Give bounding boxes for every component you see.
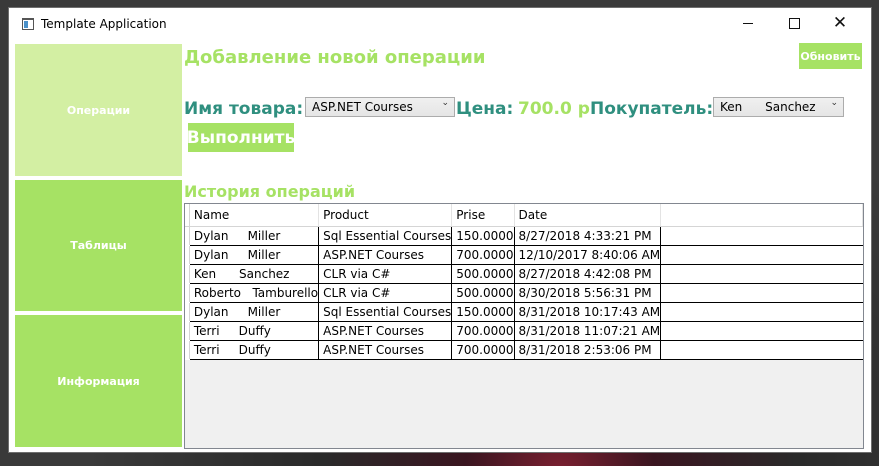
cell-name[interactable]: Terri Duffy <box>189 340 320 360</box>
refresh-button[interactable]: Обновить <box>799 43 862 69</box>
cell-product[interactable]: ASP.NET Courses <box>318 245 453 265</box>
cell-prise[interactable]: 500.0000 <box>451 264 515 284</box>
app-icon <box>22 18 34 30</box>
cell-filler <box>660 283 863 303</box>
history-table: Name Product Prise Date Dylan Miller Sql… <box>185 204 863 360</box>
window-title: Template Application <box>41 17 167 31</box>
app-window: Template Application ✕ Операции Таблицы … <box>8 7 872 453</box>
chevron-down-icon: ⌄ <box>441 98 449 108</box>
cell-date[interactable]: 8/27/2018 4:42:08 PM <box>514 264 662 284</box>
cell-product[interactable]: ASP.NET Courses <box>318 321 453 341</box>
column-header-date[interactable]: Date <box>514 204 662 227</box>
chevron-down-icon: ⌄ <box>830 98 838 108</box>
cell-prise[interactable]: 700.0000 <box>451 340 515 360</box>
column-header-product[interactable]: Product <box>318 204 453 227</box>
close-button[interactable]: ✕ <box>817 8 863 39</box>
cell-name[interactable]: Dylan Miller <box>189 302 320 322</box>
cell-prise[interactable]: 500.0000 <box>451 283 515 303</box>
cell-date[interactable]: 8/30/2018 5:56:31 PM <box>514 283 662 303</box>
buyer-label: Покупатель: <box>590 99 714 119</box>
cell-date[interactable]: 8/31/2018 10:17:43 AM <box>514 302 662 322</box>
close-icon: ✕ <box>832 13 848 33</box>
maximize-button[interactable] <box>771 8 817 39</box>
sidebar-item-information[interactable]: Информация <box>15 315 182 447</box>
sidebar-item-operations[interactable]: Операции <box>15 44 182 176</box>
cell-filler <box>660 226 863 246</box>
cell-product[interactable]: Sql Essential Courses <box>318 302 453 322</box>
cell-prise[interactable]: 150.0000 <box>451 226 515 246</box>
table-row[interactable]: Roberto Tamburello CLR via C# 500.0000 8… <box>185 283 863 303</box>
cell-filler <box>660 321 863 341</box>
cell-name[interactable]: Roberto Tamburello <box>189 283 320 303</box>
table-row[interactable]: Dylan Miller Sql Essential Courses 150.0… <box>185 226 863 246</box>
cell-name[interactable]: Dylan Miller <box>189 245 320 265</box>
cell-name[interactable]: Ken Sanchez <box>189 264 320 284</box>
sidebar-item-label: Информация <box>57 374 140 388</box>
cell-name[interactable]: Dylan Miller <box>189 226 320 246</box>
cell-product[interactable]: ASP.NET Courses <box>318 340 453 360</box>
cell-product[interactable]: CLR via C# <box>318 283 453 303</box>
column-header-name[interactable]: Name <box>189 204 320 227</box>
table-row[interactable]: Dylan Miller Sql Essential Courses 150.0… <box>185 302 863 322</box>
cell-filler <box>660 245 863 265</box>
minimize-icon <box>743 23 753 24</box>
title-bar[interactable]: Template Application ✕ <box>9 8 871 40</box>
cell-product[interactable]: Sql Essential Courses <box>318 226 453 246</box>
product-select[interactable]: ASP.NET Courses ⌄ <box>305 97 455 117</box>
execute-button[interactable]: Выполнить <box>187 123 295 152</box>
sidebar-item-tables[interactable]: Таблицы <box>15 180 182 311</box>
sidebar-item-label: Операции <box>66 103 131 117</box>
price-value: 700.0 р <box>518 99 590 119</box>
cell-date[interactable]: 8/31/2018 2:53:06 PM <box>514 340 662 360</box>
buyer-select-value: Ken Sanchez <box>720 100 816 114</box>
history-title: История операций <box>184 182 356 201</box>
cell-product[interactable]: CLR via C# <box>318 264 453 284</box>
minimize-button[interactable] <box>725 8 771 39</box>
product-label: Имя товара: <box>184 99 304 119</box>
product-select-value: ASP.NET Courses <box>312 100 413 114</box>
cell-name[interactable]: Terri Duffy <box>189 321 320 341</box>
table-header-row: Name Product Prise Date <box>185 204 863 227</box>
table-row[interactable]: Ken Sanchez CLR via C# 500.0000 8/27/201… <box>185 264 863 284</box>
add-operation-title: Добавление новой операции <box>184 47 486 68</box>
cell-prise[interactable]: 700.0000 <box>451 321 515 341</box>
cell-date[interactable]: 8/27/2018 4:33:21 PM <box>514 226 662 246</box>
cell-date[interactable]: 12/10/2017 8:40:06 AM <box>514 245 662 265</box>
price-label: Цена: <box>456 99 514 119</box>
cell-filler <box>660 340 863 360</box>
cell-filler <box>660 302 863 322</box>
cell-prise[interactable]: 150.0000 <box>451 302 515 322</box>
cell-filler <box>660 264 863 284</box>
column-header-prise[interactable]: Prise <box>451 204 515 227</box>
table-row[interactable]: Terri Duffy ASP.NET Courses 700.0000 8/3… <box>185 321 863 341</box>
history-grid[interactable]: Name Product Prise Date Dylan Miller Sql… <box>184 203 864 449</box>
table-row[interactable]: Dylan Miller ASP.NET Courses 700.0000 12… <box>185 245 863 265</box>
column-header-filler <box>660 204 863 227</box>
maximize-icon <box>788 18 800 29</box>
cell-date[interactable]: 8/31/2018 11:07:21 AM <box>514 321 662 341</box>
table-row[interactable]: Terri Duffy ASP.NET Courses 700.0000 8/3… <box>185 340 863 360</box>
sidebar-item-label: Таблицы <box>70 239 127 252</box>
cell-prise[interactable]: 700.0000 <box>451 245 515 265</box>
buyer-select[interactable]: Ken Sanchez ⌄ <box>713 97 844 117</box>
